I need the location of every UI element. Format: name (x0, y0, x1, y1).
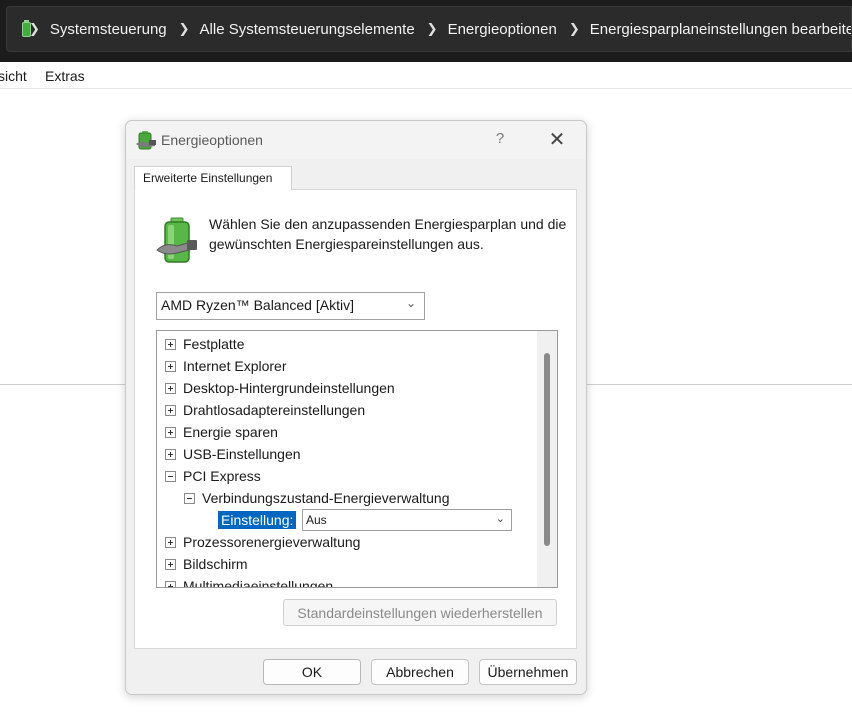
apply-button[interactable]: Übernehmen (479, 659, 577, 685)
address-field[interactable]: ❯ Systemsteuerung ❯ Alle Systemsteuerung… (6, 6, 852, 52)
menu-bar: sicht Extras (0, 62, 852, 89)
intro-text: Wählen Sie den anzupassenden Energiespar… (209, 216, 567, 252)
expand-icon[interactable] (165, 382, 176, 394)
expand-icon[interactable] (165, 360, 176, 372)
expand-icon[interactable] (165, 426, 176, 438)
tree-item-prozessorenergie[interactable]: Prozessorenergieverwaltung (165, 531, 360, 553)
tree-item-label: Internet Explorer (183, 358, 287, 374)
setting-value-select[interactable]: Aus ⌄ (302, 509, 512, 531)
chevron-down-icon: ⌄ (495, 513, 505, 525)
tree-item-drahtlosadapter[interactable]: Drahtlosadaptereinstellungen (165, 399, 365, 421)
collapse-icon[interactable] (184, 492, 195, 504)
scrollbar-thumb[interactable] (544, 353, 550, 546)
tree-item-pci-express[interactable]: PCI Express (165, 465, 261, 487)
close-button[interactable]: ✕ (544, 127, 570, 153)
menu-item-ansicht[interactable]: sicht (0, 68, 27, 84)
breadcrumb-systemsteuerung[interactable]: Systemsteuerung (50, 21, 167, 38)
tree-item-label: Prozessorenergieverwaltung (183, 534, 361, 550)
dialog-titlebar[interactable]: Energieoptionen ? ✕ (126, 121, 586, 159)
dialog-title: Energieoptionen (161, 132, 263, 148)
tree-item-label: Energie sparen (183, 424, 278, 440)
tree-item-multimedia[interactable]: Multimediaeinstellungen (165, 575, 334, 588)
expand-icon[interactable] (165, 580, 176, 587)
expand-icon[interactable] (165, 448, 176, 460)
setting-label: Einstellung: (218, 511, 297, 529)
tree-item-usb-einstellungen[interactable]: USB-Einstellungen (165, 443, 301, 465)
power-options-dialog: Energieoptionen ? ✕ Erweiterte Einstellu… (125, 120, 587, 695)
expand-icon[interactable] (165, 558, 176, 570)
restore-defaults-button[interactable]: Standardeinstellungen wiederherstellen (283, 599, 557, 626)
power-plan-select[interactable]: AMD Ryzen™ Balanced [Aktiv] ⌄ (156, 292, 425, 320)
tree-item-verbindungszustand[interactable]: Verbindungszustand-Energieverwaltung (184, 487, 450, 509)
tree-item-desktop-hintergrund[interactable]: Desktop-Hintergrundeinstellungen (165, 377, 395, 399)
tree-item-energie-sparen[interactable]: Energie sparen (165, 421, 278, 443)
chevron-right-icon[interactable]: ❯ (179, 21, 190, 37)
tree-item-label: PCI Express (183, 468, 261, 484)
address-bar: ❯ Systemsteuerung ❯ Alle Systemsteuerung… (0, 0, 852, 62)
tree-item-label: Verbindungszustand-Energieverwaltung (202, 490, 450, 506)
tree-item-label: Festplatte (183, 336, 245, 352)
menu-item-extras[interactable]: Extras (45, 68, 85, 84)
tree-item-bildschirm[interactable]: Bildschirm (165, 553, 248, 575)
tree-item-label: Drahtlosadaptereinstellungen (183, 402, 366, 418)
breadcrumb-energieoptionen[interactable]: Energieoptionen (448, 21, 557, 38)
ok-button[interactable]: OK (263, 659, 361, 685)
help-button[interactable]: ? (488, 130, 512, 150)
settings-tree[interactable]: Festplatte Internet Explorer Desktop-Hin… (156, 330, 558, 588)
chevron-down-icon: ⌄ (405, 296, 416, 310)
expand-icon[interactable] (165, 536, 176, 548)
tree-item-label: Bildschirm (183, 556, 248, 572)
breadcrumb-alle-elemente[interactable]: Alle Systemsteuerungselemente (200, 21, 415, 38)
breadcrumb-plan-bearbeiten[interactable]: Energiesparplaneinstellungen bearbeiten (590, 21, 851, 38)
power-plan-value: AMD Ryzen™ Balanced [Aktiv] (161, 297, 354, 313)
expand-icon[interactable] (165, 404, 176, 416)
scrollbar[interactable] (537, 331, 557, 587)
tree-item-festplatte[interactable]: Festplatte (165, 333, 244, 355)
chevron-right-icon[interactable]: ❯ (569, 21, 580, 37)
setting-value: Aus (306, 513, 327, 527)
tree-item-label: Multimediaeinstellungen (183, 578, 334, 588)
tree-item-internet-explorer[interactable]: Internet Explorer (165, 355, 287, 377)
tree-item-label: Desktop-Hintergrundeinstellungen (183, 380, 395, 396)
battery-plug-icon (156, 217, 197, 263)
settings-panel: Wählen Sie den anzupassenden Energiespar… (134, 189, 577, 649)
power-plan-icon (136, 131, 156, 150)
tab-erweiterte-einstellungen[interactable]: Erweiterte Einstellungen (134, 166, 292, 190)
cancel-button[interactable]: Abbrechen (371, 659, 469, 685)
tree-item-label: USB-Einstellungen (183, 446, 301, 462)
tree-setting-row: Einstellung: Aus ⌄ (218, 509, 538, 531)
collapse-icon[interactable] (165, 470, 176, 482)
expand-icon[interactable] (165, 338, 176, 350)
chevron-right-icon[interactable]: ❯ (427, 21, 438, 37)
